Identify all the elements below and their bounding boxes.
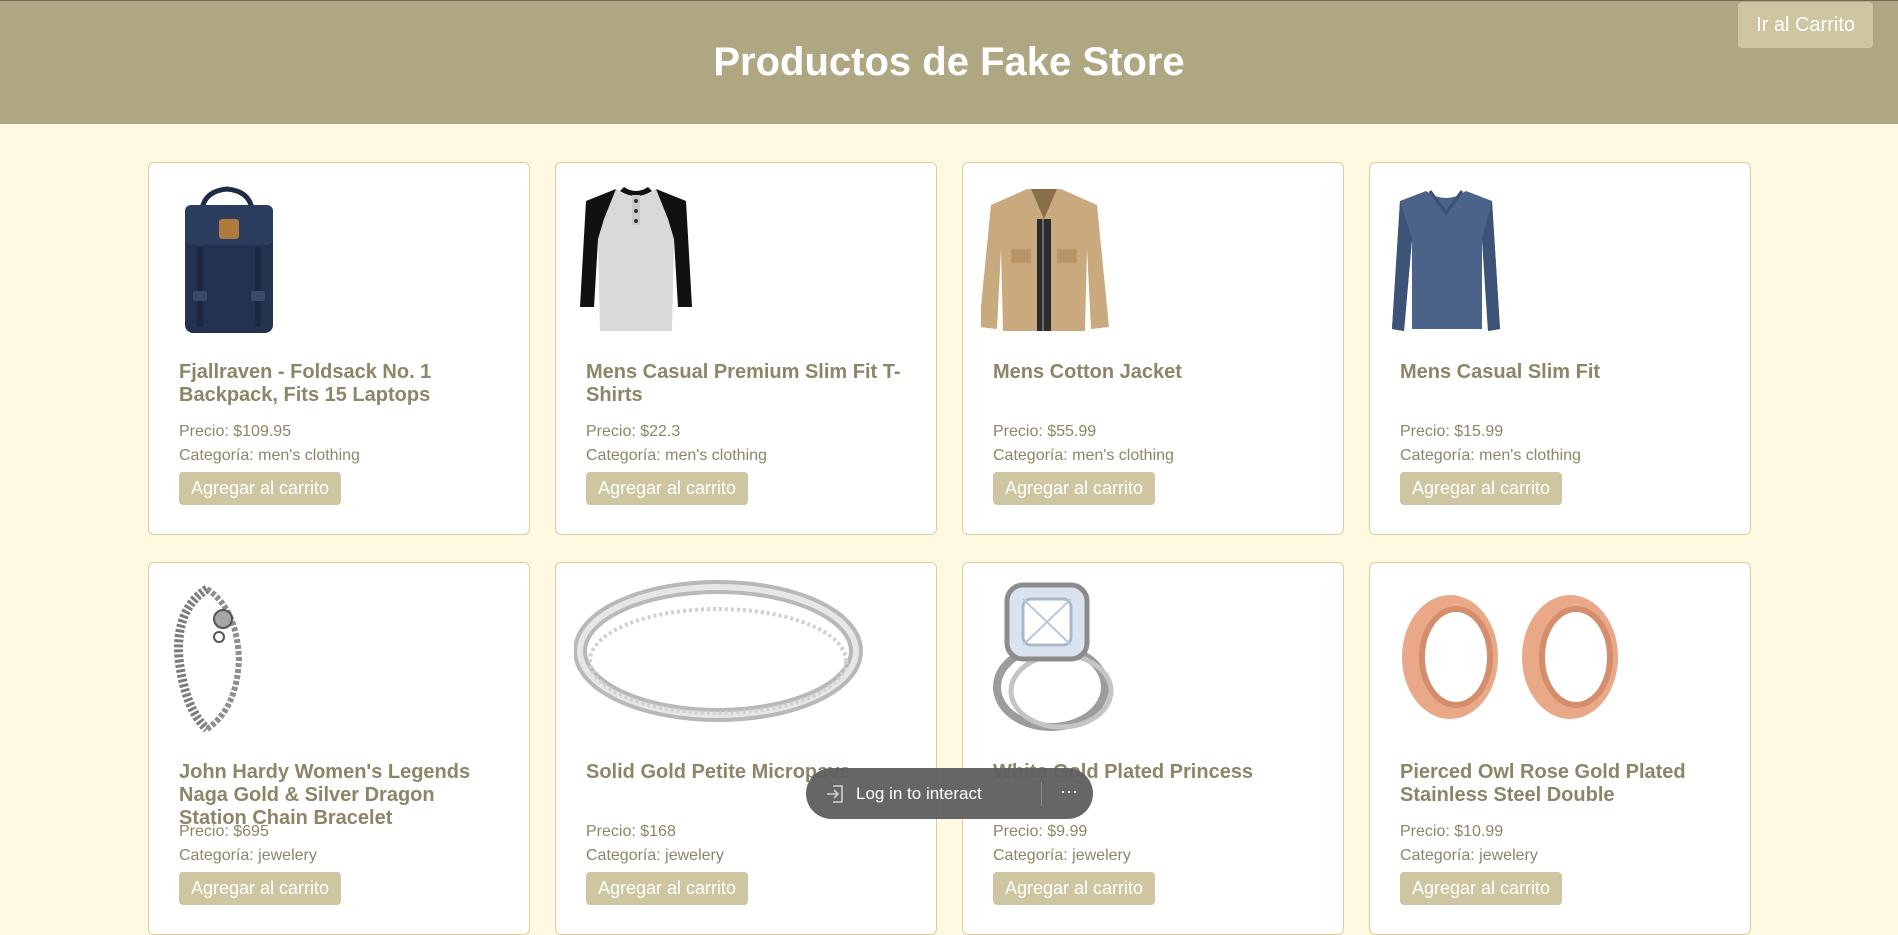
product-category: Categoría: jewelery xyxy=(1400,847,1538,864)
login-overlay: Log in to interact ··· xyxy=(806,768,1093,819)
product-price: Precio: $168 xyxy=(586,823,676,840)
product-price: Precio: $109.95 xyxy=(179,423,292,440)
add-to-cart-button[interactable]: Agregar al carrito xyxy=(179,872,342,905)
product-price: Precio: $10.99 xyxy=(1400,823,1504,840)
product-category: Categoría: men's clothing xyxy=(586,447,767,464)
product-card: Mens Casual Premium Slim Fit T-Shirts Pr… xyxy=(555,162,937,535)
jacket-icon xyxy=(981,189,1109,331)
product-price: Precio: $9.99 xyxy=(993,823,1088,840)
login-icon xyxy=(827,784,843,803)
earring-tunnels-icon xyxy=(1402,595,1618,719)
login-to-interact-button[interactable]: Log in to interact xyxy=(824,768,982,819)
product-price: Precio: $55.99 xyxy=(993,423,1097,440)
product-title: Mens Casual Slim Fit xyxy=(1400,361,1601,383)
go-to-cart-button[interactable]: Ir al Carrito xyxy=(1738,2,1873,48)
add-to-cart-button[interactable]: Agregar al carrito xyxy=(993,472,1156,505)
product-title: Mens Casual Premium Slim Fit T-Shirts xyxy=(586,361,901,406)
add-to-cart-button[interactable]: Agregar al carrito xyxy=(586,472,749,505)
add-to-cart-button[interactable]: Agregar al carrito xyxy=(1400,472,1563,505)
login-label: Log in to interact xyxy=(856,784,982,803)
diamond-ring-icon xyxy=(993,582,1114,731)
page-header: Productos de Fake Store Ir al Carrito xyxy=(0,0,1898,124)
product-card: John Hardy Women's Legends Naga Gold & S… xyxy=(148,562,530,935)
product-category: Categoría: jewelery xyxy=(993,847,1131,864)
product-price: Precio: $15.99 xyxy=(1400,423,1504,440)
longsleeve-icon xyxy=(1392,190,1500,331)
more-options-icon[interactable]: ··· xyxy=(1055,768,1083,819)
bracelet-icon xyxy=(174,585,243,733)
product-price: Precio: $22.3 xyxy=(586,423,681,440)
product-title: Pierced Owl Rose Gold Plated Stainless S… xyxy=(1400,761,1686,806)
product-card: White Gold Plated Princess Precio: $9.99… xyxy=(962,562,1344,935)
product-category: Categoría: jewelery xyxy=(586,847,724,864)
product-title: John Hardy Women's Legends Naga Gold & S… xyxy=(179,761,471,829)
product-title: Fjallraven - Foldsack No. 1 Backpack, Fi… xyxy=(179,361,432,406)
product-card: Mens Casual Slim Fit Precio: $15.99 Cate… xyxy=(1369,162,1751,535)
divider xyxy=(1041,782,1042,806)
product-card: Solid Gold Petite Micropave Precio: $168… xyxy=(555,562,937,935)
tshirt-icon xyxy=(580,187,692,331)
backpack-icon xyxy=(185,186,273,333)
ring-band-icon xyxy=(574,580,863,722)
product-category: Categoría: men's clothing xyxy=(993,447,1174,464)
add-to-cart-button[interactable]: Agregar al carrito xyxy=(1400,872,1563,905)
page-title: Productos de Fake Store xyxy=(713,40,1185,84)
add-to-cart-button[interactable]: Agregar al carrito xyxy=(586,872,749,905)
product-category: Categoría: men's clothing xyxy=(1400,447,1581,464)
product-price: Precio: $695 xyxy=(179,823,269,840)
add-to-cart-button[interactable]: Agregar al carrito xyxy=(179,472,342,505)
product-card: Mens Cotton Jacket Precio: $55.99 Catego… xyxy=(962,162,1344,535)
product-card: Fjallraven - Foldsack No. 1 Backpack, Fi… xyxy=(148,162,530,535)
product-category: Categoría: jewelery xyxy=(179,847,317,864)
product-title: Mens Cotton Jacket xyxy=(993,361,1182,383)
product-category: Categoría: men's clothing xyxy=(179,447,360,464)
add-to-cart-button[interactable]: Agregar al carrito xyxy=(993,872,1156,905)
product-card: Pierced Owl Rose Gold Plated Stainless S… xyxy=(1369,562,1751,935)
